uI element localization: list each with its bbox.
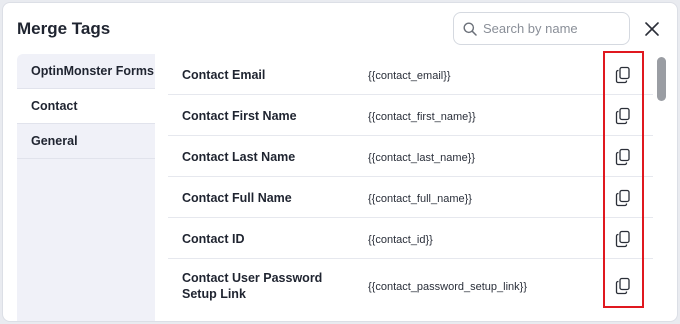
tag-name: Contact Full Name xyxy=(182,190,292,205)
tag-row: Contact Full Name {{contact_full_name}} xyxy=(168,177,653,218)
category-sidebar: OptinMonster Forms Contact General xyxy=(17,54,155,321)
scrollbar-thumb[interactable] xyxy=(657,57,666,101)
sidebar-item-general[interactable]: General xyxy=(17,124,155,159)
dialog-title: Merge Tags xyxy=(17,19,111,38)
copy-icon[interactable] xyxy=(615,107,631,125)
copy-icon[interactable] xyxy=(615,277,631,295)
merge-tags-dialog: Merge Tags OptinMonster Forms Contact Ge… xyxy=(2,2,678,322)
tag-row: Contact User Password Setup Link {{conta… xyxy=(168,259,653,313)
tag-name: Contact Last Name xyxy=(182,149,296,164)
tag-code: {{contact_last_name}} xyxy=(368,151,476,164)
sidebar-item-contact[interactable]: Contact xyxy=(17,89,155,124)
sidebar-item-label: Contact xyxy=(31,99,78,113)
copy-icon[interactable] xyxy=(615,230,631,248)
copy-icon[interactable] xyxy=(615,66,631,84)
tag-name: Contact Email xyxy=(182,67,266,82)
tag-code: {{contact_password_setup_link}} xyxy=(368,281,528,293)
tag-name: Contact First Name xyxy=(182,108,297,123)
tag-row: Contact Last Name {{contact_last_name}} xyxy=(168,136,653,177)
tag-code: {{contact_id}} xyxy=(368,233,433,246)
tag-code: {{contact_first_name}} xyxy=(368,110,476,123)
search-icon xyxy=(463,22,477,36)
tag-code: {{contact_email}} xyxy=(368,69,451,82)
close-icon[interactable] xyxy=(643,20,661,38)
tag-code: {{contact_full_name}} xyxy=(368,192,472,205)
tag-row: Contact ID {{contact_id}} xyxy=(168,218,653,259)
sidebar-item-label: General xyxy=(31,134,78,148)
sidebar-item-optinmonster-forms[interactable]: OptinMonster Forms xyxy=(17,54,155,89)
tag-name: Contact User Password Setup Link xyxy=(182,271,323,301)
search-box[interactable] xyxy=(453,12,630,45)
sidebar-item-label: OptinMonster Forms xyxy=(31,64,154,78)
tag-row: Contact Email {{contact_email}} xyxy=(168,54,653,95)
tag-row: Contact First Name {{contact_first_name}… xyxy=(168,95,653,136)
tag-list: Contact Email {{contact_email}} Contact … xyxy=(168,54,653,321)
copy-icon[interactable] xyxy=(615,189,631,207)
tag-name: Contact ID xyxy=(182,231,245,246)
search-input[interactable] xyxy=(483,21,623,36)
copy-icon[interactable] xyxy=(615,148,631,166)
